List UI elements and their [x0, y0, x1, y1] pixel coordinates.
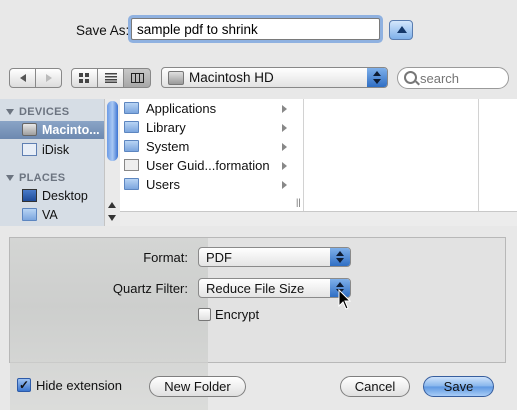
- desktop-icon: [22, 189, 37, 202]
- sidebar-header-devices[interactable]: DEVICES: [6, 106, 69, 118]
- scroll-down-arrow-icon[interactable]: [108, 215, 116, 221]
- format-label: Format:: [143, 250, 188, 265]
- disclosure-arrow-icon: [282, 124, 287, 132]
- list-item-users[interactable]: Users: [120, 175, 292, 194]
- save-as-field[interactable]: [131, 18, 380, 40]
- cancel-button[interactable]: Cancel: [340, 376, 410, 397]
- new-folder-button[interactable]: New Folder: [149, 376, 246, 397]
- folder-icon: [22, 208, 37, 221]
- icon-view-button[interactable]: [71, 68, 98, 88]
- encrypt-label[interactable]: Encrypt: [215, 307, 259, 322]
- popup-stepper-icon: [367, 68, 387, 87]
- hard-drive-icon: [22, 123, 37, 136]
- list-item-library[interactable]: Library: [120, 118, 292, 137]
- disclosure-arrow-icon: [282, 181, 287, 189]
- sidebar-item-va[interactable]: VA: [0, 206, 104, 224]
- back-arrow-icon: [19, 74, 26, 82]
- format-value: PDF: [206, 250, 232, 265]
- idisk-icon: [22, 143, 37, 156]
- save-button[interactable]: Save: [423, 376, 494, 397]
- hard-drive-icon: [168, 71, 184, 85]
- resize-handle-icon[interactable]: ||: [296, 197, 301, 207]
- popup-stepper-icon: [330, 248, 350, 266]
- list-lines-icon: [104, 73, 117, 83]
- hide-extension-label[interactable]: Hide extension: [36, 378, 122, 393]
- empty-column: [304, 99, 479, 211]
- quartz-filter-label: Quartz Filter:: [112, 281, 188, 296]
- encrypt-checkbox[interactable]: [198, 308, 211, 321]
- search-input[interactable]: [418, 69, 508, 88]
- column-resize-bar[interactable]: ||: [292, 99, 304, 211]
- disclosure-arrow-icon: [282, 105, 287, 113]
- hide-extension-checkbox[interactable]: ✓: [17, 378, 31, 392]
- column-browser: Applications Library System User Guid...…: [120, 99, 292, 211]
- list-item-user-guides[interactable]: User Guid...formation: [120, 156, 292, 175]
- sidebar-scrollbar[interactable]: [104, 99, 120, 226]
- list-item-system[interactable]: System: [120, 137, 292, 156]
- horizontal-scrollbar[interactable]: [120, 211, 517, 226]
- columns-icon: [130, 73, 144, 83]
- icon-grid-icon: [79, 72, 89, 83]
- forward-arrow-icon: [45, 74, 52, 82]
- sidebar-item-desktop[interactable]: Desktop: [0, 187, 104, 205]
- document-icon: [124, 159, 139, 171]
- quartz-filter-popup[interactable]: Reduce File Size: [198, 278, 351, 298]
- location-popup[interactable]: Macintosh HD: [161, 67, 388, 88]
- collapse-dialog-button[interactable]: [389, 20, 413, 40]
- sidebar-item-idisk[interactable]: iDisk: [0, 141, 104, 159]
- list-view-button[interactable]: [97, 68, 124, 88]
- disclosure-triangle-icon: [6, 175, 14, 181]
- quartz-filter-value: Reduce File Size: [206, 281, 305, 296]
- disclosure-triangle-icon: [6, 109, 14, 115]
- applications-folder-icon: [124, 102, 139, 114]
- column-view-button[interactable]: [123, 68, 151, 88]
- sidebar-item-macintosh-hd[interactable]: Macinto...: [0, 121, 104, 139]
- disclosure-arrow-icon: [282, 143, 287, 151]
- users-folder-icon: [124, 178, 139, 190]
- mouse-pointer-icon: [338, 289, 352, 310]
- system-folder-icon: [124, 140, 139, 152]
- empty-column: [479, 99, 517, 211]
- location-label: Macintosh HD: [189, 70, 274, 85]
- search-box[interactable]: [397, 67, 509, 89]
- scroll-up-arrow-icon[interactable]: [108, 202, 116, 208]
- back-button[interactable]: [9, 68, 36, 88]
- forward-button[interactable]: [35, 68, 62, 88]
- library-folder-icon: [124, 121, 139, 133]
- disclosure-arrow-icon: [282, 162, 287, 170]
- sidebar-header-places[interactable]: PLACES: [6, 172, 65, 184]
- search-icon: [404, 71, 417, 84]
- save-as-label: Save As:: [76, 23, 130, 38]
- scroll-thumb[interactable]: [107, 101, 118, 161]
- sidebar: DEVICES Macinto... iDisk PLACES Desktop …: [0, 99, 105, 226]
- format-popup[interactable]: PDF: [198, 247, 351, 267]
- list-item-applications[interactable]: Applications: [120, 99, 292, 118]
